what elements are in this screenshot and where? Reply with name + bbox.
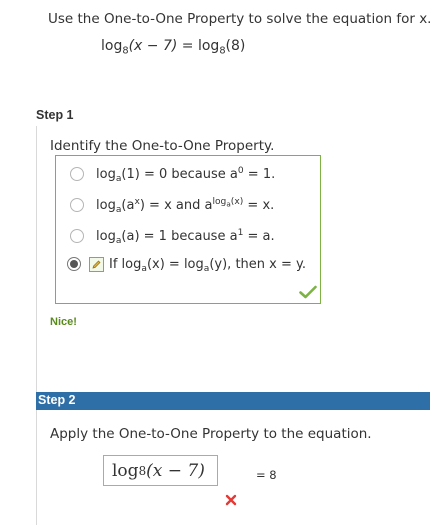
problem-prompt: Use the One-to-One Property to solve the… — [48, 11, 430, 27]
option-2[interactable]: loga(ax) = x and aloga(x) = x. — [70, 191, 274, 219]
answer-arg: (x − 7) — [146, 460, 205, 481]
problem-equation: log8(x − 7) = log8(8) — [101, 38, 246, 56]
eq-right-arg: (8) — [225, 38, 246, 54]
step1-instruction: Identify the One-to-One Property. — [50, 138, 275, 154]
answer-right-side: = 8 — [256, 468, 277, 482]
option-1-radio[interactable] — [70, 167, 84, 181]
option-3[interactable]: loga(a) = 1 because a1 = a. — [70, 222, 275, 250]
option-4-radio[interactable] — [67, 257, 81, 271]
eq-left-fn: log — [101, 38, 123, 54]
option-3-text: loga(a) = 1 because a1 = a. — [96, 227, 275, 246]
option-2-radio[interactable] — [70, 198, 84, 212]
option-4-text: If loga(x) = loga(y), then x = y. — [109, 256, 306, 274]
step1-feedback: Nice! — [50, 316, 77, 328]
check-icon — [299, 284, 317, 303]
x-icon — [225, 491, 237, 510]
option-3-radio[interactable] — [70, 229, 84, 243]
step1-rule — [36, 126, 37, 525]
option-2-text: loga(ax) = x and aloga(x) = x. — [96, 196, 275, 215]
eq-equals: = — [177, 38, 198, 54]
pencil-icon — [89, 256, 104, 272]
answer-input[interactable]: log 8 (x − 7) — [103, 455, 218, 486]
options-box: loga(1) = 0 because a0 = 1. loga(ax) = x… — [55, 155, 321, 304]
option-1[interactable]: loga(1) = 0 because a0 = 1. — [70, 160, 275, 188]
option-1-text: loga(1) = 0 because a0 = 1. — [96, 165, 276, 184]
option-4[interactable]: If loga(x) = loga(y), then x = y. — [67, 250, 306, 278]
step2-title: Step 2 — [38, 393, 76, 407]
step1-title: Step 1 — [36, 108, 74, 122]
eq-left-arg: (x − 7) — [128, 38, 178, 54]
step2-instruction: Apply the One-to-One Property to the equ… — [50, 426, 372, 442]
eq-right-fn: log — [197, 38, 220, 54]
answer-fn: log — [112, 460, 139, 481]
step2-header-bar — [36, 392, 430, 410]
